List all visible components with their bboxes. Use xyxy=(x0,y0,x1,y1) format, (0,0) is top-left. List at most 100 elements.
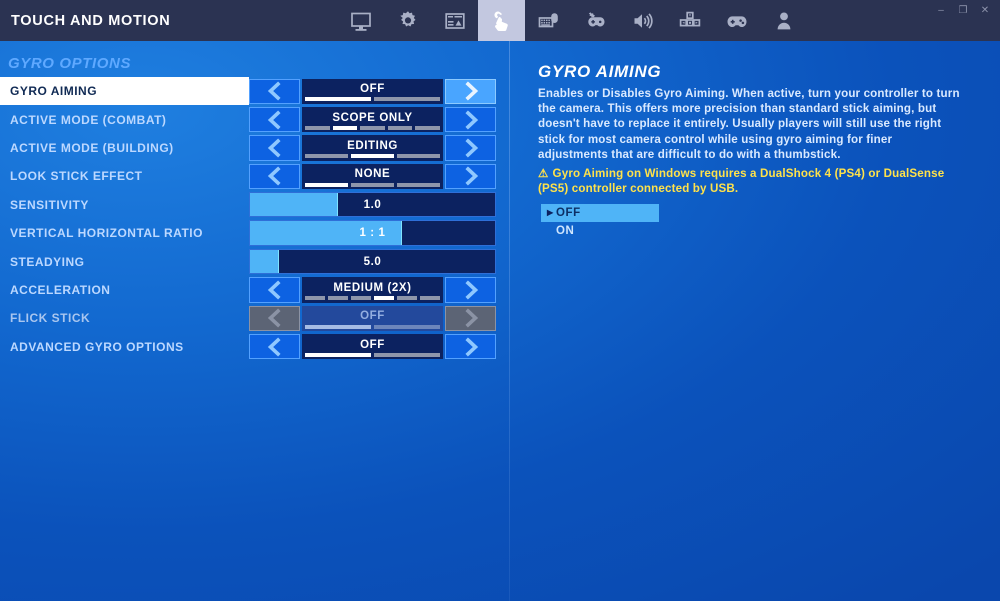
setting-row[interactable]: ADVANCED GYRO OPTIONS OFF xyxy=(0,333,496,361)
close-button[interactable]: ✕ xyxy=(974,0,996,22)
segment xyxy=(305,182,348,187)
segment xyxy=(415,125,440,130)
tab-touch-and-motion[interactable] xyxy=(478,0,525,41)
warning-triangle-icon: ⚠ xyxy=(538,167,549,180)
tab-controller[interactable] xyxy=(713,0,760,41)
tab-controller-settings[interactable] xyxy=(572,0,619,41)
setting-row-label: VERTICAL HORIZONTAL RATIO xyxy=(10,226,203,241)
setting-row-label: SENSITIVITY xyxy=(10,197,89,212)
setting-row[interactable]: ACTIVE MODE (COMBAT) SCOPE ONLY xyxy=(0,105,496,133)
setting-stepper: NONE xyxy=(249,162,496,190)
window-title: TOUCH AND MOTION xyxy=(11,12,171,29)
segment xyxy=(374,296,394,301)
segment xyxy=(305,154,348,159)
setting-value-box: SCOPE ONLY xyxy=(302,106,443,133)
setting-stepper: EDITING xyxy=(249,134,496,162)
setting-row-label: ACTIVE MODE (BUILDING) xyxy=(10,140,174,155)
segment xyxy=(420,296,440,301)
setting-row[interactable]: SENSITIVITY 1.0 xyxy=(0,191,496,219)
gamepad-icon xyxy=(727,15,746,27)
setting-row-label: LOOK STICK EFFECT xyxy=(10,169,143,184)
setting-value-box: OFF xyxy=(302,334,443,360)
detail-description: Enables or Disables Gyro Aiming. When ac… xyxy=(538,87,960,161)
maximize-button[interactable]: ❐ xyxy=(952,0,974,22)
chevron-left-icon[interactable] xyxy=(249,305,300,332)
chevron-left-icon[interactable] xyxy=(249,106,300,133)
setting-row[interactable]: GYRO AIMING OFF xyxy=(0,77,496,106)
detail-option-label: OFF xyxy=(556,207,581,219)
setting-slider[interactable]: 1 : 1 xyxy=(249,220,496,246)
setting-row[interactable]: ACCELERATION MEDIUM (2X) xyxy=(0,276,496,304)
tab-key-bindings[interactable] xyxy=(666,0,713,41)
setting-value: 1 : 1 xyxy=(359,227,386,240)
chevron-left-icon[interactable] xyxy=(249,163,300,190)
controller-settings-icon xyxy=(587,11,604,26)
chevron-right-icon[interactable] xyxy=(445,334,496,360)
keyboard-mouse-icon xyxy=(538,12,558,27)
segment xyxy=(305,296,325,301)
setting-segment-indicator xyxy=(305,182,440,187)
chevron-right-icon[interactable] xyxy=(445,305,496,332)
setting-row[interactable]: VERTICAL HORIZONTAL RATIO 1 : 1 xyxy=(0,219,496,247)
setting-segment-indicator xyxy=(305,125,440,130)
setting-row[interactable]: FLICK STICK OFF xyxy=(0,304,496,332)
segment xyxy=(351,154,394,159)
setting-row-label: ACTIVE MODE (COMBAT) xyxy=(10,112,167,127)
tab-keyboard-and-mouse[interactable] xyxy=(525,0,572,41)
chevron-left-icon[interactable] xyxy=(249,135,300,161)
settings-tab-bar xyxy=(337,0,807,41)
segment xyxy=(305,97,371,102)
tab-video[interactable] xyxy=(337,0,384,41)
segment xyxy=(328,296,348,301)
monitor-icon xyxy=(350,12,371,31)
tab-hud-layout[interactable] xyxy=(431,0,478,41)
detail-title: GYRO AIMING xyxy=(538,62,662,81)
setting-value: EDITING xyxy=(347,139,398,152)
tab-account[interactable] xyxy=(760,0,807,41)
setting-row-label: ADVANCED GYRO OPTIONS xyxy=(10,339,184,354)
segment xyxy=(374,352,440,357)
chevron-left-icon[interactable] xyxy=(249,78,300,104)
setting-value-box: OFF xyxy=(302,78,443,104)
chevron-right-icon[interactable] xyxy=(445,277,496,303)
segment xyxy=(351,182,394,187)
setting-value: 1.0 xyxy=(363,198,382,211)
detail-option[interactable]: ▶ OFF xyxy=(541,204,659,222)
tab-audio[interactable] xyxy=(619,0,666,41)
chevron-right-icon[interactable] xyxy=(445,78,496,104)
segment xyxy=(305,352,371,357)
section-title-gyro-options: GYRO OPTIONS xyxy=(8,55,132,72)
setting-value-box: MEDIUM (2X) xyxy=(302,277,443,303)
segment xyxy=(374,97,440,102)
setting-value: NONE xyxy=(354,168,391,181)
setting-value-box: EDITING xyxy=(302,135,443,161)
chevron-right-icon[interactable] xyxy=(445,135,496,161)
detail-option[interactable]: ▶ON xyxy=(541,222,659,240)
chevron-right-icon[interactable] xyxy=(445,106,496,133)
account-person-icon xyxy=(777,12,790,29)
tab-game[interactable] xyxy=(384,0,431,41)
setting-row-label: FLICK STICK xyxy=(10,311,91,326)
chevron-left-icon[interactable] xyxy=(249,334,300,360)
setting-stepper: OFF xyxy=(249,333,496,361)
setting-stepper: OFF xyxy=(249,304,496,332)
detail-warning-text: Gyro Aiming on Windows requires a DualSh… xyxy=(538,167,945,196)
setting-slider[interactable]: 5.0 xyxy=(249,248,496,275)
setting-row[interactable]: LOOK STICK EFFECT NONE xyxy=(0,162,496,190)
setting-stepper: MEDIUM (2X) xyxy=(249,276,496,304)
chevron-left-icon[interactable] xyxy=(249,277,300,303)
minimize-button[interactable]: – xyxy=(930,0,952,22)
setting-row-label: GYRO AIMING xyxy=(0,77,249,106)
keybinds-icon xyxy=(679,11,700,26)
segment xyxy=(351,296,371,301)
title-bar: TOUCH AND MOTION – ❐ ✕ xyxy=(0,0,1000,41)
segment xyxy=(397,182,440,187)
detail-option-list: ▶OFF▶ON xyxy=(541,204,659,240)
setting-row[interactable]: STEADYING 5.0 xyxy=(0,247,496,275)
setting-row[interactable]: ACTIVE MODE (BUILDING) EDITING xyxy=(0,134,496,162)
setting-slider[interactable]: 1.0 xyxy=(249,192,496,218)
setting-segment-indicator xyxy=(305,296,440,301)
chevron-right-icon[interactable] xyxy=(445,163,496,190)
setting-segment-indicator xyxy=(305,324,440,329)
segment xyxy=(397,296,417,301)
